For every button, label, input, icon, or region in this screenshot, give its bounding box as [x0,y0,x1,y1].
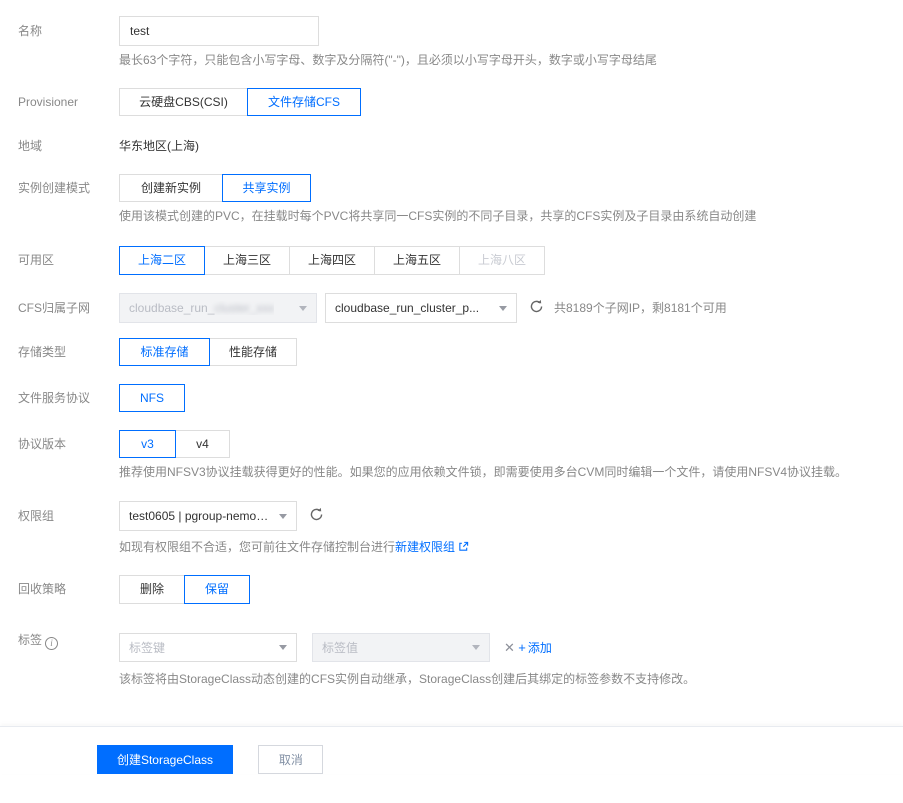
instance-mode-option-new[interactable]: 创建新实例 [119,174,223,202]
instance-mode-option-shared[interactable]: 共享实例 [222,174,311,202]
tag-key-placeholder: 标签键 [129,641,166,655]
provisioner-label: Provisioner [18,95,79,109]
add-tag-button[interactable]: + 添加 [518,640,552,656]
form-row-reclaim-policy: 回收策略 删除 保留 [0,575,903,604]
subnet-select[interactable]: cloudbase_run_cluster_p... [325,293,517,323]
plus-icon: + [518,640,526,655]
form-footer: 创建StorageClass 取消 [0,726,903,774]
region-label: 地域 [18,139,43,153]
zone-option-shanghai-2[interactable]: 上海二区 [119,246,205,275]
permission-group-help-text: 如现有权限组不合适，您可前往文件存储控制台进行 [119,540,396,554]
storage-type-option-standard[interactable]: 标准存储 [119,338,210,366]
reclaim-policy-label: 回收策略 [18,582,67,596]
vpc-select: cloudbase_run_cluster_xxx [119,293,317,323]
permission-group-label: 权限组 [18,509,55,523]
zone-label: 可用区 [18,253,55,267]
name-help-text: 最长63个字符，只能包含小写字母、数字及分隔符("-")，且必须以小写字母开头，… [119,53,657,67]
permission-group-select[interactable]: test0605 | pgroup-nemoq... [119,501,297,531]
tag-value-placeholder: 标签值 [322,641,359,655]
form-row-permission-group: 权限组 test0605 | pgroup-nemoq... 如现有权限组不合适… [0,501,903,556]
chevron-down-icon [279,513,287,519]
vpc-select-value: cloudbase_run_cluster_xxx [129,301,275,315]
form-row-protocol: 文件服务协议 NFS [0,384,903,412]
reclaim-option-retain[interactable]: 保留 [184,575,250,604]
region-value: 华东地区(上海) [119,139,199,153]
tag-key-select[interactable]: 标签键 [119,633,297,662]
instance-mode-button-group: 创建新实例 共享实例 [119,174,311,202]
tags-label: 标签 i [0,626,119,655]
external-link-icon [458,540,469,556]
storage-type-label: 存储类型 [18,345,67,359]
chevron-down-icon [299,305,307,311]
create-permission-group-link[interactable]: 新建权限组 [395,540,469,554]
subnet-select-value: cloudbase_run_cluster_p... [335,301,480,315]
subnet-ip-info: 共8189个子网IP，剩8181个可用 [554,301,727,315]
version-option-v3[interactable]: v3 [119,430,176,458]
reclaim-option-delete[interactable]: 删除 [119,575,185,604]
version-label: 协议版本 [18,437,67,451]
form-row-subnet: CFS归属子网 cloudbase_run_cluster_xxx cloudb… [0,293,903,323]
form-row-name: 名称 最长63个字符，只能包含小写字母、数字及分隔符("-")，且必须以小写字母… [0,16,903,68]
form-row-zone: 可用区 上海二区 上海三区 上海四区 上海五区 上海八区 [0,246,903,275]
form-row-tags: 标签 i 标签键 标签值 ✕ + 添加 该标签将由StorageClass动态创建的… [0,626,903,687]
form-row-region: 地域 华东地区(上海) [0,137,903,155]
zone-option-shanghai-3[interactable]: 上海三区 [204,246,290,275]
permission-group-refresh-button[interactable] [309,501,324,531]
zone-option-shanghai-5[interactable]: 上海五区 [374,246,460,275]
tag-value-select: 标签值 [312,633,490,662]
form-row-provisioner: Provisioner 云硬盘CBS(CSI) 文件存储CFS [0,88,903,116]
form-row-storage-type: 存储类型 标准存储 性能存储 [0,338,903,366]
form-row-instance-mode: 实例创建模式 创建新实例 共享实例 使用该模式创建的PVC，在挂载时每个PVC将… [0,174,903,224]
provisioner-option-cbs[interactable]: 云硬盘CBS(CSI) [119,88,248,116]
storageclass-create-form: 名称 最长63个字符，只能包含小写字母、数字及分隔符("-")，且必须以小写字母… [0,0,903,687]
provisioner-button-group: 云硬盘CBS(CSI) 文件存储CFS [119,88,361,116]
name-label: 名称 [18,24,43,38]
close-icon: ✕ [504,640,515,655]
reclaim-policy-button-group: 删除 保留 [119,575,250,604]
chevron-down-icon [499,305,507,311]
name-input[interactable] [119,16,319,46]
chevron-down-icon [472,645,480,650]
version-button-group: v3 v4 [119,430,230,458]
instance-mode-label: 实例创建模式 [18,181,91,195]
protocol-button-group: NFS [119,384,185,412]
remove-tag-button[interactable]: ✕ [504,633,515,662]
create-storageclass-button[interactable]: 创建StorageClass [97,745,233,774]
vpc-redacted-text: cluster_xxx [214,301,275,315]
chevron-down-icon [279,645,287,650]
subnet-refresh-button[interactable] [529,293,544,323]
form-row-version: 协议版本 v3 v4 推荐使用NFSV3协议挂载获得更好的性能。如果您的应用依赖… [0,430,903,480]
version-help-text: 推荐使用NFSV3协议挂载获得更好的性能。如果您的应用依赖文件锁，即需要使用多台… [119,465,848,479]
permission-group-help: 如现有权限组不合适，您可前往文件存储控制台进行新建权限组 [119,539,903,556]
refresh-icon [529,299,544,317]
zone-button-group: 上海二区 上海三区 上海四区 上海五区 上海八区 [119,246,545,275]
protocol-option-nfs[interactable]: NFS [119,384,185,412]
storage-type-option-performance[interactable]: 性能存储 [209,338,297,366]
version-option-v4[interactable]: v4 [175,430,230,458]
info-icon[interactable]: i [45,637,59,650]
zone-option-shanghai-4[interactable]: 上海四区 [289,246,375,275]
permission-group-value: test0605 | pgroup-nemoq... [129,509,271,523]
zone-option-shanghai-8: 上海八区 [459,246,545,275]
cancel-button[interactable]: 取消 [258,745,324,774]
refresh-icon [309,507,324,525]
protocol-label: 文件服务协议 [18,391,91,405]
provisioner-option-cfs[interactable]: 文件存储CFS [247,88,361,116]
tags-note-text: 该标签将由StorageClass动态创建的CFS实例自动继承，StorageC… [119,672,696,686]
subnet-label: CFS归属子网 [18,301,91,315]
instance-mode-help-text: 使用该模式创建的PVC，在挂载时每个PVC将共享同一CFS实例的不同子目录，共享… [119,209,757,223]
storage-type-button-group: 标准存储 性能存储 [119,338,297,366]
